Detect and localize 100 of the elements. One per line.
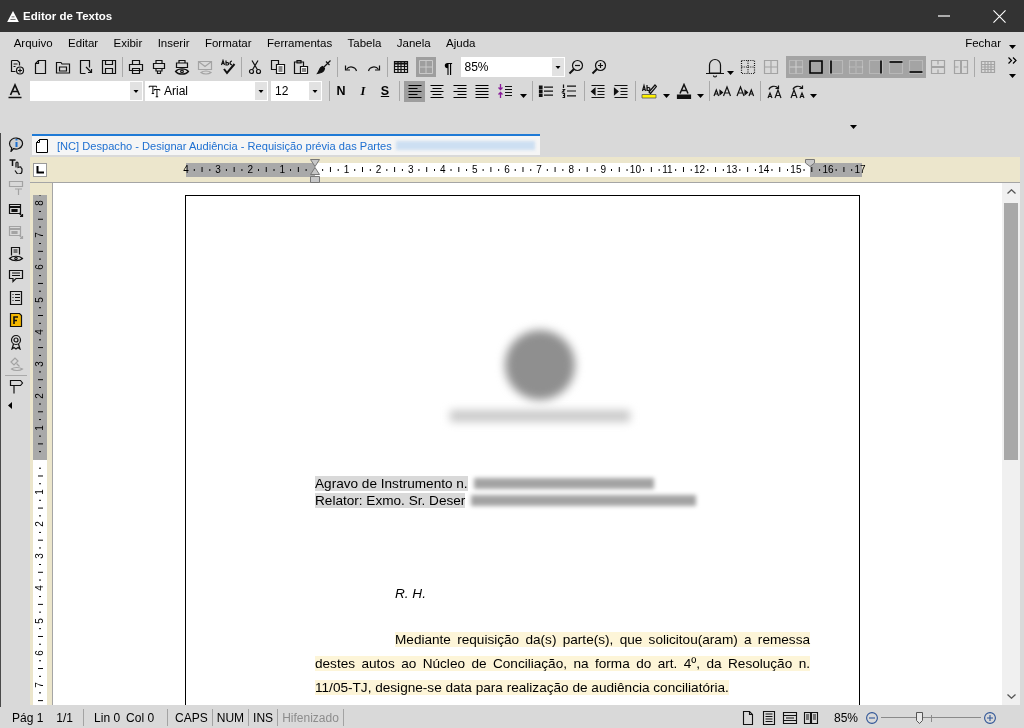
spell-check-icon[interactable] xyxy=(220,59,236,75)
help-bubble-icon[interactable] xyxy=(7,136,24,152)
status-indicator: NUM xyxy=(216,710,245,725)
window-title: Editor de Textos xyxy=(23,10,113,22)
ruler-number: 2 xyxy=(34,392,46,401)
ruler-number: 3 xyxy=(34,359,46,369)
gridlines-toggle-button[interactable] xyxy=(415,57,436,77)
menu-item[interactable]: Janela xyxy=(389,34,439,51)
ruler-number: 7 xyxy=(34,231,46,241)
paintbrush-icon[interactable] xyxy=(316,59,332,75)
menu-item[interactable]: Editar xyxy=(60,34,106,51)
indent-marker-icon[interactable] xyxy=(310,158,320,183)
dropdown-caret-icon[interactable] xyxy=(1009,44,1016,49)
justify-icon xyxy=(474,83,490,99)
menu-item[interactable]: Arquivo xyxy=(6,34,61,51)
document-eye-icon[interactable] xyxy=(7,246,24,262)
page-plus-icon[interactable] xyxy=(9,59,25,75)
clipboard-icon[interactable] xyxy=(293,59,309,75)
scroll-up-icon[interactable] xyxy=(1006,189,1016,194)
zoom-slider[interactable] xyxy=(881,711,981,724)
comment-icon[interactable] xyxy=(7,268,24,284)
font-size-combo-box[interactable]: 12 xyxy=(271,81,322,101)
ruler-number: 14 xyxy=(757,163,771,176)
collapse-caret-icon[interactable] xyxy=(7,402,12,409)
bold-button[interactable]: N xyxy=(331,81,351,101)
menu-item[interactable]: Inserir xyxy=(149,34,198,51)
dotted-grid-icon[interactable] xyxy=(739,59,756,75)
table-icon[interactable] xyxy=(393,59,409,75)
align-left-button[interactable] xyxy=(404,80,425,102)
font-combo-box[interactable]: Arial xyxy=(145,81,268,101)
shrink-font-icon[interactable] xyxy=(735,83,756,99)
menu-item[interactable]: Tabela xyxy=(339,34,390,51)
increase-indent-icon[interactable] xyxy=(612,83,629,99)
align-center-icon xyxy=(429,83,445,99)
vertical-scrollbar[interactable] xyxy=(1002,183,1020,705)
text-pointer-icon[interactable] xyxy=(7,158,24,174)
zoom-in-icon[interactable] xyxy=(591,59,607,75)
signpost-icon[interactable] xyxy=(7,379,24,395)
numbered-list-icon[interactable] xyxy=(561,83,577,99)
outside-border-icon[interactable] xyxy=(808,59,824,75)
tab-stop-icon[interactable] xyxy=(33,162,47,177)
ruler-number: 5 xyxy=(34,295,46,305)
bulleted-list-icon[interactable] xyxy=(538,83,554,99)
slider-thumb[interactable] xyxy=(915,711,923,724)
decrease-indent-icon[interactable] xyxy=(589,83,606,99)
dropdown-caret-icon[interactable] xyxy=(1008,73,1016,78)
scissors-icon[interactable] xyxy=(247,59,263,75)
document-tab[interactable]: [NC] Despacho - Designar Audiência - Requisição prévia das Partes xyxy=(32,134,540,155)
menu-item[interactable]: Ajuda xyxy=(438,34,484,51)
grow-font-icon[interactable] xyxy=(712,83,733,99)
highlighter-icon[interactable] xyxy=(641,83,657,99)
zoom-out-icon[interactable] xyxy=(568,59,584,75)
underline-button[interactable]: S xyxy=(375,81,395,101)
top-border-icon[interactable] xyxy=(888,59,904,75)
printer-icon[interactable] xyxy=(128,59,144,75)
scroll-down-icon[interactable] xyxy=(1006,694,1016,699)
font-color-icon[interactable] xyxy=(675,83,692,99)
page-count: 1/1 xyxy=(56,710,74,725)
page-arrow-icon[interactable] xyxy=(78,59,94,75)
bottom-border-icon[interactable] xyxy=(908,59,924,75)
pilcrow-button[interactable]: ¶ xyxy=(441,57,456,77)
grid-icon xyxy=(417,59,434,75)
dropdown-caret-icon[interactable] xyxy=(520,94,527,98)
dropdown-caret-icon[interactable] xyxy=(850,125,857,129)
web-layout-icon[interactable] xyxy=(782,709,799,726)
printer-stack-icon[interactable] xyxy=(151,59,167,75)
dropdown-caret-icon[interactable] xyxy=(697,94,704,98)
folder-icon[interactable] xyxy=(55,59,71,75)
indent-marker-icon[interactable] xyxy=(805,158,815,167)
dropdown-caret-icon[interactable] xyxy=(810,94,817,98)
ruler-number: 11 xyxy=(661,163,674,176)
close-icon[interactable] xyxy=(993,9,1006,23)
page-icon xyxy=(36,138,48,153)
copy-icon[interactable] xyxy=(270,59,286,75)
menu-item[interactable]: Formatar xyxy=(197,34,260,51)
ruler-number: 4 xyxy=(34,584,46,594)
zoom-combo-box[interactable]: 85% xyxy=(460,57,565,77)
list-document-icon[interactable] xyxy=(7,290,24,306)
right-border-icon[interactable] xyxy=(868,59,884,75)
chevron-right-icon[interactable] xyxy=(1007,56,1017,64)
menu-item[interactable]: Ferramentas xyxy=(259,34,340,51)
underlined-letter-icon[interactable] xyxy=(7,83,23,99)
menu-item[interactable]: Fechar xyxy=(963,34,1003,51)
ruler-number: 1 xyxy=(342,163,351,176)
dropdown-caret-icon[interactable] xyxy=(662,94,670,98)
ruler-number: 9 xyxy=(599,163,608,176)
printer-eye-icon[interactable] xyxy=(174,59,190,75)
blank-page-icon[interactable] xyxy=(32,59,48,75)
left-border-icon[interactable] xyxy=(828,59,844,75)
italic-button[interactable]: I xyxy=(353,81,373,101)
floppy-disk-icon[interactable] xyxy=(101,59,117,75)
dropdown-caret-icon[interactable] xyxy=(727,71,734,75)
bell-icon[interactable] xyxy=(705,56,725,78)
status-indicator: Hifenizado xyxy=(282,710,339,725)
line-spacing-icon[interactable] xyxy=(496,83,513,99)
form-document-icon[interactable] xyxy=(7,312,24,328)
scrollbar-thumb[interactable] xyxy=(1004,203,1018,460)
print-layout-icon[interactable] xyxy=(761,709,778,726)
menu-item[interactable]: Exibir xyxy=(105,34,150,51)
two-page-view-icon[interactable] xyxy=(803,709,820,726)
